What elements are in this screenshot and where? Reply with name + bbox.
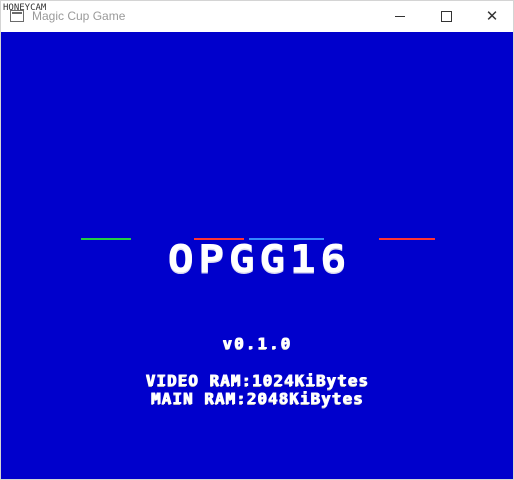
maximize-button[interactable] [423, 1, 469, 32]
logo-text: OPGG16 [167, 237, 351, 281]
minimize-button[interactable] [377, 1, 423, 32]
game-canvas[interactable]: OPGG16 v0.1.0 VIDEO RAM:1024KiBytes MAIN… [1, 32, 513, 479]
close-button[interactable]: ✕ [469, 1, 514, 32]
game-logo: OPGG16 [79, 237, 439, 281]
close-icon: ✕ [485, 7, 499, 25]
title-bar[interactable]: Magic Cup Game HONEYCAM ✕ [1, 1, 513, 32]
maximize-icon [440, 11, 452, 22]
app-window: Magic Cup Game HONEYCAM ✕ OPGG16 v0.1.0 … [0, 0, 514, 480]
minimize-icon [395, 16, 405, 17]
video-ram-label: VIDEO RAM:1024KiBytes [145, 371, 369, 390]
main-ram-label: MAIN RAM:2048KiBytes [150, 389, 364, 408]
watermark-label: HONEYCAM [3, 3, 47, 13]
version-label: v0.1.0 [222, 334, 292, 353]
